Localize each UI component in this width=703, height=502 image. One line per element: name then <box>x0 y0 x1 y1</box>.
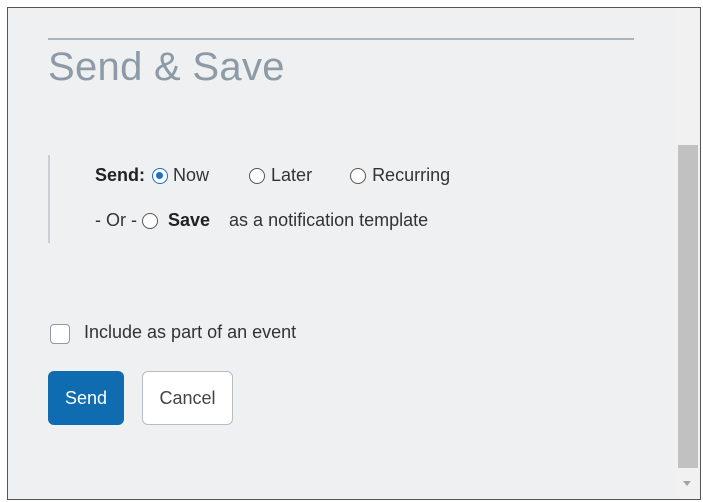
radio-recurring[interactable] <box>350 167 367 184</box>
scroll-down-arrow-icon[interactable] <box>683 481 691 486</box>
send-timing-row: Send: Now Later Recurring <box>95 165 450 186</box>
radio-later-label: Later <box>271 165 313 185</box>
radio-now[interactable] <box>152 167 169 184</box>
radio-later[interactable] <box>249 167 266 184</box>
send-save-panel: Send & Save Send: Now Later Recurring - … <box>7 7 701 500</box>
or-separator: - Or - <box>95 210 137 230</box>
send-button[interactable]: Send <box>48 371 124 425</box>
radio-save[interactable] <box>142 212 158 229</box>
save-template-row: - Or - Save as a notification template <box>95 210 428 231</box>
cancel-button[interactable]: Cancel <box>142 371 233 425</box>
send-label: Send: <box>95 165 146 185</box>
radio-recurring-label: Recurring <box>372 165 451 185</box>
radio-save-label: Save <box>168 210 211 230</box>
include-event-label[interactable]: Include as part of an event <box>84 322 296 343</box>
section-divider <box>48 38 634 40</box>
section-title: Send & Save <box>48 45 285 89</box>
send-options-group: Send: Now Later Recurring - Or - Save as… <box>48 155 570 243</box>
vertical-scrollbar[interactable] <box>676 8 700 499</box>
radio-now-label: Now <box>173 165 210 185</box>
scrollbar-thumb[interactable] <box>678 145 698 468</box>
include-event-checkbox[interactable] <box>50 324 70 344</box>
save-description: as a notification template <box>229 210 429 230</box>
